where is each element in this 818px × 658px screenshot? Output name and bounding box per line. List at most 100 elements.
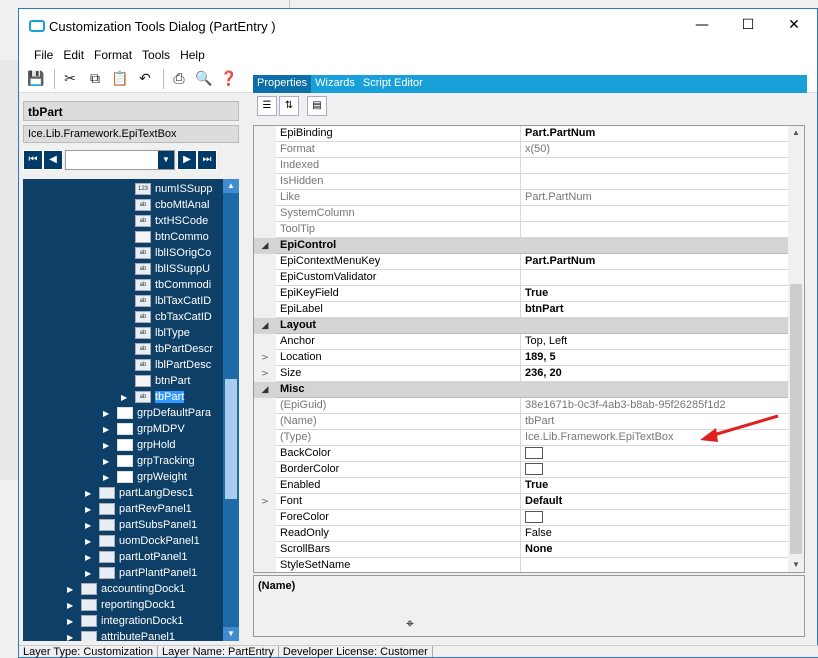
expand-arrow-icon[interactable]: ▶ (103, 473, 113, 482)
expand-arrow-icon[interactable]: ▶ (121, 393, 131, 402)
property-value[interactable] (520, 462, 788, 478)
chevron-down-icon[interactable]: ▼ (158, 151, 174, 169)
menu-file[interactable]: File (29, 45, 58, 65)
property-value[interactable]: 236, 20 (520, 366, 788, 382)
alphabetical-icon[interactable]: ⇅ (279, 96, 299, 116)
expand-arrow-icon[interactable]: ▶ (103, 457, 113, 466)
tree-node[interactable]: ab lblType (121, 325, 190, 341)
tree-node[interactable]: ab lblISOrigCo (121, 245, 211, 261)
expand-arrow-icon[interactable]: ▶ (85, 505, 95, 514)
tree-node[interactable]: ▶ grpWeight (103, 469, 187, 485)
property-value[interactable] (520, 206, 788, 222)
collapse-icon[interactable]: ◢ (254, 382, 276, 398)
property-row[interactable]: EpiContextMenuKey Part.PartNum (254, 254, 788, 270)
property-grid-scrollbar[interactable]: ▲ ▼ (788, 126, 804, 572)
menu-edit[interactable]: Edit (58, 45, 89, 65)
control-tree[interactable]: ▲ ▼ 123 numISSupp ab cboMtlAnal ab txtHSCode b… (23, 179, 239, 641)
property-value[interactable]: True (520, 286, 788, 302)
property-row[interactable]: Like Part.PartNum (254, 190, 788, 206)
tree-node[interactable]: ▶ partPlantPanel1 (85, 565, 197, 581)
property-value[interactable]: True (520, 478, 788, 494)
property-value[interactable]: Top, Left (520, 334, 788, 350)
property-value[interactable] (520, 222, 788, 238)
close-button[interactable]: ✕ (771, 9, 817, 41)
property-row[interactable]: StyleSetName (254, 558, 788, 572)
tree-node[interactable]: ▶ partRevPanel1 (85, 501, 192, 517)
property-row[interactable]: > Location 189, 5 (254, 350, 788, 366)
cut-icon[interactable]: ✂ (59, 68, 81, 90)
property-row[interactable]: IsHidden (254, 174, 788, 190)
property-category[interactable]: ◢ Misc (254, 382, 788, 398)
tree-node[interactable]: ▶ accountingDock1 (67, 581, 185, 597)
control-selector[interactable]: ▼ (65, 150, 175, 170)
tree-node[interactable]: ab txtHSCode (121, 213, 208, 229)
menu-help[interactable]: Help (175, 45, 210, 65)
expand-arrow-icon[interactable]: > (254, 350, 276, 366)
first-button[interactable]: ⏮ (23, 150, 43, 170)
tree-node[interactable]: ▶ partSubsPanel1 (85, 517, 197, 533)
scroll-thumb[interactable] (225, 379, 237, 499)
property-row[interactable]: > Font Default (254, 494, 788, 510)
expand-arrow-icon[interactable]: > (254, 494, 276, 510)
property-row[interactable]: EpiLabel btnPart (254, 302, 788, 318)
property-row[interactable]: ScrollBars None (254, 542, 788, 558)
tree-node[interactable]: ▶ partLotPanel1 (85, 549, 188, 565)
tree-node[interactable]: ▶ ab tbPart (121, 389, 185, 405)
tree-node[interactable]: ▶ integrationDock1 (67, 613, 184, 629)
menu-tools[interactable]: Tools (137, 45, 175, 65)
property-value[interactable]: Part.PartNum (520, 126, 788, 142)
tab-script-editor[interactable]: Script Editor (359, 75, 427, 93)
property-value[interactable] (520, 510, 788, 526)
property-value[interactable]: Part.PartNum (520, 254, 788, 270)
expand-arrow-icon[interactable]: ▶ (103, 441, 113, 450)
scroll-down-icon[interactable]: ▼ (223, 627, 239, 641)
tree-node[interactable]: ab lblISSuppU (121, 261, 210, 277)
next-button[interactable]: ▶ (177, 150, 197, 170)
menu-format[interactable]: Format (89, 45, 137, 65)
expand-arrow-icon[interactable]: ▶ (103, 425, 113, 434)
collapse-icon[interactable]: ◢ (254, 238, 276, 254)
expand-arrow-icon[interactable]: ▶ (85, 521, 95, 530)
property-value[interactable]: btnPart (520, 302, 788, 318)
scroll-up-icon[interactable]: ▲ (788, 126, 804, 140)
tree-node[interactable]: ▶ grpMDPV (103, 421, 185, 437)
tab-properties[interactable]: Properties (253, 75, 312, 93)
expand-arrow-icon[interactable]: ▶ (67, 585, 77, 594)
tree-node[interactable]: ▶ grpTracking (103, 453, 195, 469)
property-pages-icon[interactable]: ▤ (307, 96, 327, 116)
save-icon[interactable]: 💾 (25, 68, 47, 90)
property-row[interactable]: Indexed (254, 158, 788, 174)
expand-arrow-icon[interactable]: ▶ (85, 537, 95, 546)
expand-arrow-icon[interactable]: ▶ (103, 409, 113, 418)
property-row[interactable]: ReadOnly False (254, 526, 788, 542)
property-value[interactable] (520, 174, 788, 190)
property-value[interactable]: x(50) (520, 142, 788, 158)
tree-node[interactable]: ▶ attributePanel1 (67, 629, 175, 641)
tree-node[interactable]: ▶ uomDockPanel1 (85, 533, 200, 549)
tab-wizards[interactable]: Wizards (311, 75, 359, 93)
property-value[interactable]: Default (520, 494, 788, 510)
print-preview-icon[interactable]: 🔍 (193, 68, 215, 90)
tree-scrollbar[interactable]: ▲ ▼ (223, 179, 239, 641)
property-row[interactable]: EpiKeyField True (254, 286, 788, 302)
tree-node[interactable]: ▶ grpHold (103, 437, 176, 453)
undo-icon[interactable]: ↶ (134, 68, 156, 90)
tree-node[interactable]: ▶ partLangDesc1 (85, 485, 194, 501)
maximize-button[interactable]: ☐ (725, 9, 771, 41)
expand-arrow-icon[interactable]: ▶ (67, 617, 77, 626)
property-row[interactable]: SystemColumn (254, 206, 788, 222)
property-row[interactable]: BackColor (254, 446, 788, 462)
property-category[interactable]: ◢ EpiControl (254, 238, 788, 254)
tree-node[interactable]: ▶ reportingDock1 (67, 597, 176, 613)
categorized-icon[interactable]: ☰ (257, 96, 277, 116)
minimize-button[interactable]: — (679, 9, 725, 41)
property-row[interactable]: EpiCustomValidator (254, 270, 788, 286)
property-row[interactable]: EpiBinding Part.PartNum (254, 126, 788, 142)
property-value[interactable]: Part.PartNum (520, 190, 788, 206)
expand-arrow-icon[interactable]: ▶ (85, 569, 95, 578)
tree-node[interactable]: ab cboMtlAnal (121, 197, 209, 213)
scroll-up-icon[interactable]: ▲ (223, 179, 239, 193)
property-value[interactable]: None (520, 542, 788, 558)
collapse-icon[interactable]: ◢ (254, 318, 276, 334)
property-row[interactable]: BorderColor (254, 462, 788, 478)
